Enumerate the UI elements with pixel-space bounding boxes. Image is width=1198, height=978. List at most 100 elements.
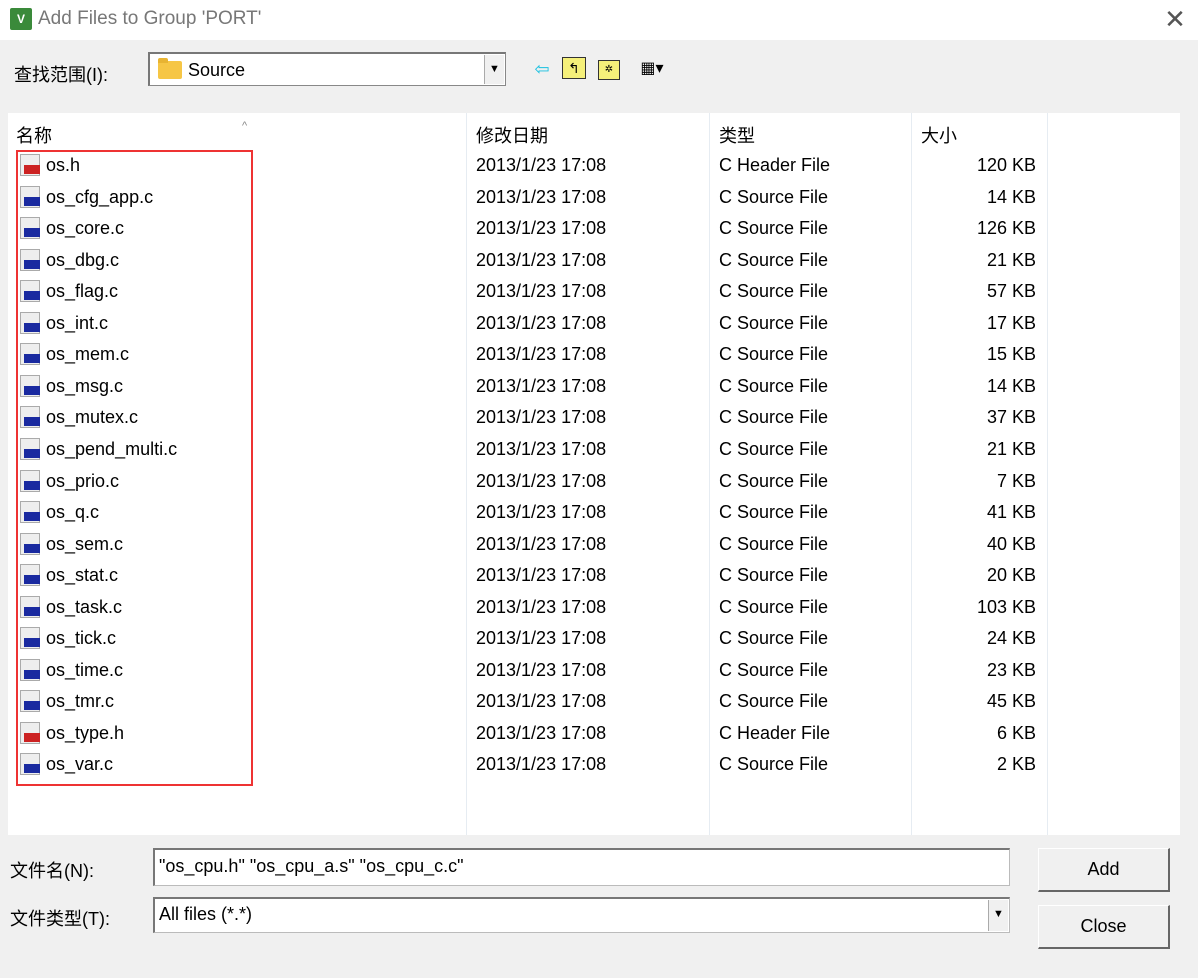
source-file-icon bbox=[20, 627, 40, 650]
header-label: 名称 bbox=[16, 126, 52, 146]
file-size: 45 KB bbox=[986, 691, 1036, 712]
close-window-button[interactable]: ✕ bbox=[1162, 4, 1188, 34]
new-folder-icon[interactable]: ✲ bbox=[598, 60, 620, 80]
title-bar: V Add Files to Group 'PORT' ✕ bbox=[0, 0, 1198, 40]
close-button[interactable]: Close bbox=[1038, 905, 1170, 949]
file-date: 2013/1/23 17:08 bbox=[476, 533, 607, 554]
filetype-value: All files (*.*) bbox=[159, 904, 253, 924]
file-date: 2013/1/23 17:08 bbox=[476, 407, 607, 428]
file-type: C Source File bbox=[719, 249, 829, 270]
source-file-icon bbox=[20, 217, 40, 240]
file-row[interactable]: os_sem.c 2013/1/23 17:08 C Source File 4… bbox=[8, 529, 1180, 560]
file-date: 2013/1/23 17:08 bbox=[476, 596, 607, 617]
file-size: 2 KB bbox=[996, 754, 1036, 775]
filename-input[interactable]: "os_cpu.h" "os_cpu_a.s" "os_cpu_c.c" bbox=[153, 848, 1010, 886]
file-size: 57 KB bbox=[986, 281, 1036, 302]
source-file-icon bbox=[20, 690, 40, 713]
file-type: C Source File bbox=[719, 502, 829, 523]
file-size: 24 KB bbox=[986, 628, 1036, 649]
header-file-icon bbox=[20, 721, 40, 744]
file-row[interactable]: os_var.c 2013/1/23 17:08 C Source File 2… bbox=[8, 749, 1180, 780]
column-header-date[interactable]: 修改日期 bbox=[476, 122, 548, 148]
file-row[interactable]: os_time.c 2013/1/23 17:08 C Source File … bbox=[8, 655, 1180, 686]
source-file-icon bbox=[20, 248, 40, 271]
file-name: os_mem.c bbox=[46, 344, 130, 365]
file-type: C Source File bbox=[719, 533, 829, 554]
source-file-icon bbox=[20, 595, 40, 618]
file-name: os_task.c bbox=[46, 596, 123, 617]
back-arrow-icon[interactable]: ⇦ bbox=[529, 57, 555, 81]
file-date: 2013/1/23 17:08 bbox=[476, 249, 607, 270]
file-type: C Source File bbox=[719, 438, 829, 459]
file-size: 17 KB bbox=[986, 312, 1036, 333]
file-date: 2013/1/23 17:08 bbox=[476, 438, 607, 459]
look-in-label: 查找范围(I): bbox=[14, 65, 108, 85]
file-row[interactable]: os_msg.c 2013/1/23 17:08 C Source File 1… bbox=[8, 371, 1180, 402]
file-size: 14 KB bbox=[986, 186, 1036, 207]
file-row[interactable]: os_task.c 2013/1/23 17:08 C Source File … bbox=[8, 592, 1180, 623]
file-date: 2013/1/23 17:08 bbox=[476, 659, 607, 680]
chevron-down-icon[interactable]: ▼ bbox=[988, 900, 1008, 931]
filetype-label: 文件类型(T): bbox=[10, 909, 110, 929]
file-row[interactable]: os_tick.c 2013/1/23 17:08 C Source File … bbox=[8, 623, 1180, 654]
file-row[interactable]: os_stat.c 2013/1/23 17:08 C Source File … bbox=[8, 560, 1180, 591]
file-date: 2013/1/23 17:08 bbox=[476, 281, 607, 302]
file-name: os_tmr.c bbox=[46, 691, 115, 712]
file-list[interactable]: 名称 ^ 修改日期 类型 大小 os.h 2013/1/23 17:08 C He… bbox=[8, 113, 1180, 835]
file-size: 40 KB bbox=[986, 533, 1036, 554]
file-type: C Source File bbox=[719, 691, 829, 712]
header-file-icon bbox=[20, 154, 40, 176]
file-type: C Header File bbox=[719, 722, 831, 743]
folder-icon bbox=[158, 58, 182, 79]
file-row[interactable]: os_tmr.c 2013/1/23 17:08 C Source File 4… bbox=[8, 686, 1180, 717]
file-date: 2013/1/23 17:08 bbox=[476, 565, 607, 586]
file-row[interactable]: os_core.c 2013/1/23 17:08 C Source File … bbox=[8, 213, 1180, 244]
file-name: os_flag.c bbox=[46, 281, 119, 302]
file-name: os.h bbox=[46, 155, 81, 175]
filetype-select[interactable]: All files (*.*) ▼ bbox=[153, 897, 1010, 933]
file-row[interactable]: os.h 2013/1/23 17:08 C Header File 120 K… bbox=[8, 150, 1180, 181]
chevron-down-icon[interactable]: ▼ bbox=[484, 55, 504, 84]
view-menu-icon[interactable]: ▦▾ bbox=[632, 57, 672, 81]
file-size: 6 KB bbox=[996, 722, 1036, 743]
file-type: C Source File bbox=[719, 281, 829, 302]
file-row[interactable]: os_int.c 2013/1/23 17:08 C Source File 1… bbox=[8, 308, 1180, 339]
file-date: 2013/1/23 17:08 bbox=[476, 722, 607, 743]
file-date: 2013/1/23 17:08 bbox=[476, 754, 607, 775]
file-type: C Source File bbox=[719, 344, 829, 365]
source-file-icon bbox=[20, 501, 40, 524]
file-size: 21 KB bbox=[986, 249, 1036, 270]
file-type: C Source File bbox=[719, 659, 829, 680]
file-size: 20 KB bbox=[986, 565, 1036, 586]
file-row[interactable]: os_mem.c 2013/1/23 17:08 C Source File 1… bbox=[8, 339, 1180, 370]
source-file-icon bbox=[20, 185, 40, 208]
look-in-dropdown[interactable]: Source ▼ bbox=[148, 52, 506, 86]
file-type: C Source File bbox=[719, 628, 829, 649]
source-file-icon bbox=[20, 753, 40, 776]
file-row[interactable]: os_type.h 2013/1/23 17:08 C Header File … bbox=[8, 718, 1180, 749]
file-name: os_stat.c bbox=[46, 565, 119, 586]
file-name: os_prio.c bbox=[46, 470, 120, 491]
file-date: 2013/1/23 17:08 bbox=[476, 691, 607, 712]
up-folder-icon[interactable]: ↰ bbox=[562, 57, 586, 79]
column-header-size[interactable]: 大小 bbox=[921, 122, 957, 148]
file-date: 2013/1/23 17:08 bbox=[476, 155, 607, 175]
file-row[interactable]: os_flag.c 2013/1/23 17:08 C Source File … bbox=[8, 276, 1180, 307]
file-size: 15 KB bbox=[986, 344, 1036, 365]
column-header-type[interactable]: 类型 bbox=[719, 122, 755, 148]
uvision-icon: V bbox=[10, 8, 32, 30]
file-row[interactable]: os_mutex.c 2013/1/23 17:08 C Source File… bbox=[8, 402, 1180, 433]
file-size: 23 KB bbox=[986, 659, 1036, 680]
filename-label: 文件名(N): bbox=[10, 861, 94, 881]
column-header-name[interactable]: 名称 ^ bbox=[16, 120, 247, 148]
file-row[interactable]: os_pend_multi.c 2013/1/23 17:08 C Source… bbox=[8, 434, 1180, 465]
file-row[interactable]: os_dbg.c 2013/1/23 17:08 C Source File 2… bbox=[8, 245, 1180, 276]
file-name: os_core.c bbox=[46, 218, 125, 239]
file-size: 14 KB bbox=[986, 375, 1036, 396]
source-file-icon bbox=[20, 437, 40, 460]
add-button[interactable]: Add bbox=[1038, 848, 1170, 892]
look-in-value: Source bbox=[188, 60, 246, 80]
file-row[interactable]: os_cfg_app.c 2013/1/23 17:08 C Source Fi… bbox=[8, 182, 1180, 213]
file-row[interactable]: os_prio.c 2013/1/23 17:08 C Source File … bbox=[8, 466, 1180, 497]
file-row[interactable]: os_q.c 2013/1/23 17:08 C Source File 41 … bbox=[8, 497, 1180, 528]
